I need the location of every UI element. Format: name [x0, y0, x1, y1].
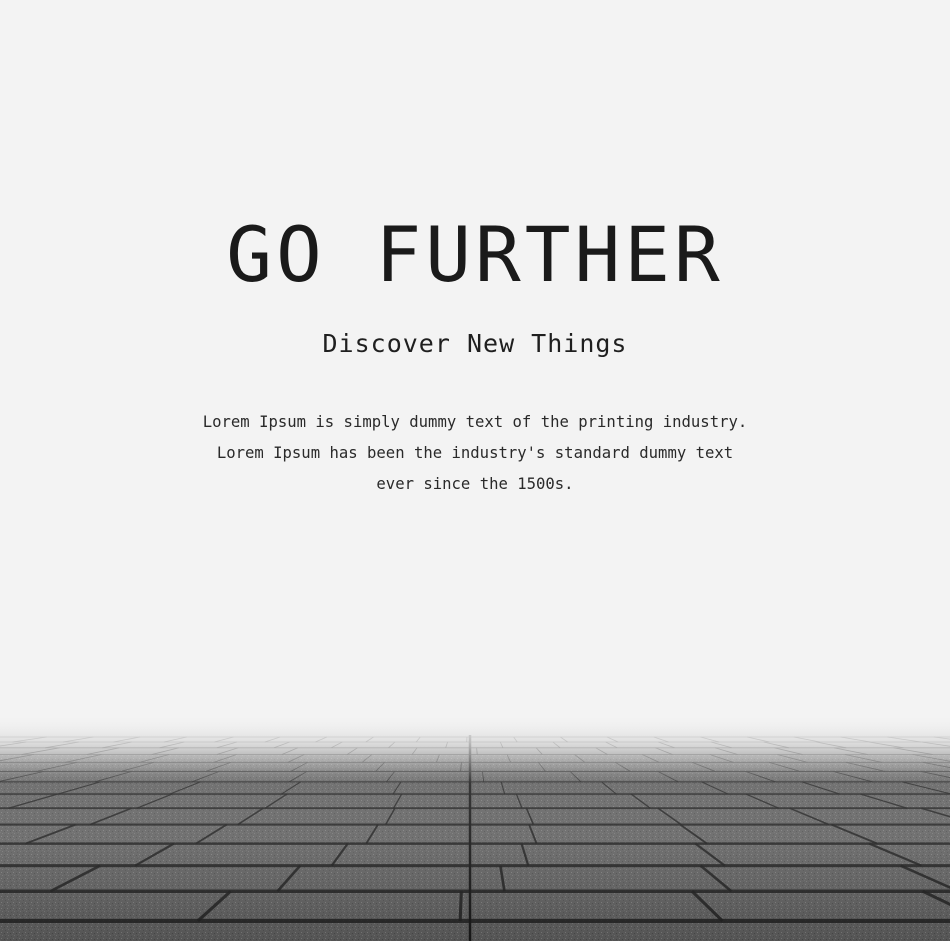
hero-subtitle: Discover New Things: [322, 329, 628, 358]
hero-description: Lorem Ipsum is simply dummy text of the …: [202, 413, 748, 493]
hero-section: GO FURTHER Discover New Things Lorem Ips…: [0, 0, 950, 941]
pavement-background-image: [0, 715, 950, 941]
hero-title: GO FURTHER: [226, 210, 724, 299]
